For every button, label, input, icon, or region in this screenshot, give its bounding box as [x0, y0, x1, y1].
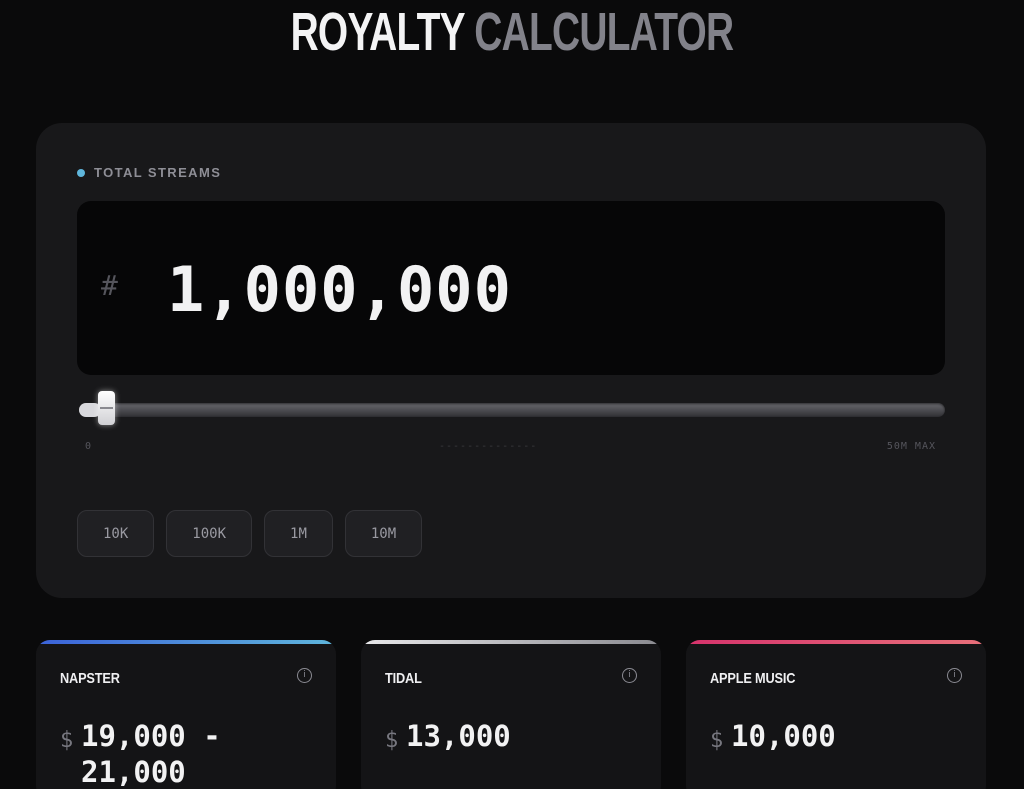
streams-slider-track[interactable] — [79, 403, 945, 417]
platform-name: TIDAL — [385, 670, 422, 687]
preset-100k-button[interactable]: 100K — [166, 510, 253, 557]
streams-label-row: TOTAL STREAMS — [77, 165, 221, 180]
title-word-calculator: CALCULATOR — [474, 2, 734, 62]
platform-name: APPLE MUSIC — [710, 670, 796, 687]
royalty-amount: 10,000 — [731, 719, 836, 753]
info-icon[interactable]: i — [297, 668, 312, 683]
card-accent-bar — [36, 640, 336, 644]
platform-name: NAPSTER — [60, 670, 120, 687]
title-word-royalty: ROYALTY — [290, 2, 465, 62]
platform-card-tidal: TIDAL i $ 13,000 — [361, 640, 661, 789]
currency-symbol: $ — [60, 728, 74, 753]
streams-input[interactable]: # 1,000,000 — [77, 201, 945, 375]
slider-max-label: 50M MAX — [886, 441, 936, 452]
status-dot-icon — [77, 168, 85, 177]
streams-panel: TOTAL STREAMS # 1,000,000 0 ------------… — [36, 123, 986, 598]
slider-min-label: 0 — [85, 441, 93, 452]
info-icon[interactable]: i — [622, 668, 637, 683]
streams-value[interactable]: 1,000,000 — [167, 253, 512, 326]
currency-symbol: $ — [385, 728, 399, 753]
streams-label: TOTAL STREAMS — [94, 165, 222, 180]
card-accent-bar — [361, 640, 661, 644]
slider-mid-divider: -------------- — [439, 441, 538, 452]
currency-symbol: $ — [710, 728, 724, 753]
streams-slider-thumb[interactable] — [98, 391, 115, 425]
royalty-amount: 19,000 - 21,000 — [81, 719, 221, 789]
card-accent-bar — [686, 640, 986, 644]
preset-10k-button[interactable]: 10K — [77, 510, 155, 557]
platform-card-apple-music: APPLE MUSIC i $ 10,000 — [686, 640, 986, 789]
hash-icon: # — [101, 269, 118, 302]
info-icon[interactable]: i — [947, 668, 962, 683]
royalty-amount: 13,000 — [406, 719, 511, 753]
preset-buttons: 10K 100K 1M 10M — [77, 510, 423, 557]
page-title: ROYALTY CALCULATOR — [143, 4, 880, 60]
platform-card-napster: NAPSTER i $ 19,000 - 21,000 — [36, 640, 336, 789]
preset-10m-button[interactable]: 10M — [344, 510, 423, 557]
preset-1m-button[interactable]: 1M — [264, 510, 333, 557]
